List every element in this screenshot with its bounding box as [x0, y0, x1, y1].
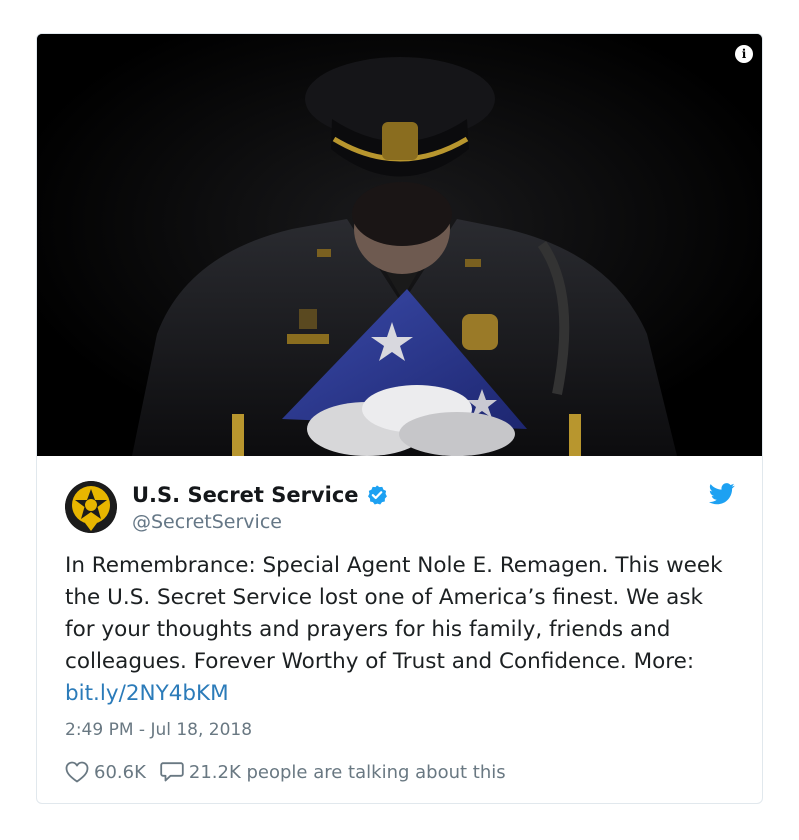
- tweet-link[interactable]: bit.ly/2NY4bKM: [65, 681, 229, 706]
- talking-about-text: 21.2K people are talking about this: [188, 761, 506, 783]
- author-display-name[interactable]: U.S. Secret Service: [132, 483, 359, 507]
- author-name-row: U.S. Secret Service: [132, 481, 388, 509]
- tweet-media-photo[interactable]: i: [37, 34, 762, 456]
- author-handle[interactable]: @SecretService: [132, 511, 282, 533]
- tweet-body-text: In Remembrance: Special Agent Nole E. Re…: [65, 550, 737, 710]
- verified-badge-icon: [367, 485, 387, 505]
- conversation-link[interactable]: 21.2K people are talking about this: [160, 761, 506, 783]
- speech-bubble-icon: [160, 762, 184, 782]
- like-button[interactable]: 60.6K: [65, 761, 146, 783]
- heart-icon: [65, 761, 89, 783]
- secret-service-star-badge-icon: [65, 481, 117, 533]
- like-count: 60.6K: [94, 761, 146, 783]
- embedded-tweet-card[interactable]: i U.S. Secret Service @SecretService In …: [36, 33, 763, 804]
- officer-holding-flag-photo: [37, 34, 762, 456]
- tweet-header: U.S. Secret Service @SecretService: [65, 479, 737, 535]
- avatar[interactable]: [65, 481, 117, 533]
- tweet-text-content: In Remembrance: Special Agent Nole E. Re…: [65, 553, 730, 674]
- tweet-actions-bar: 60.6K 21.2K people are talking about thi…: [65, 758, 506, 786]
- tweet-timestamp[interactable]: 2:49 PM - Jul 18, 2018: [65, 720, 252, 740]
- info-icon[interactable]: i: [735, 45, 753, 63]
- twitter-bird-icon[interactable]: [709, 483, 735, 505]
